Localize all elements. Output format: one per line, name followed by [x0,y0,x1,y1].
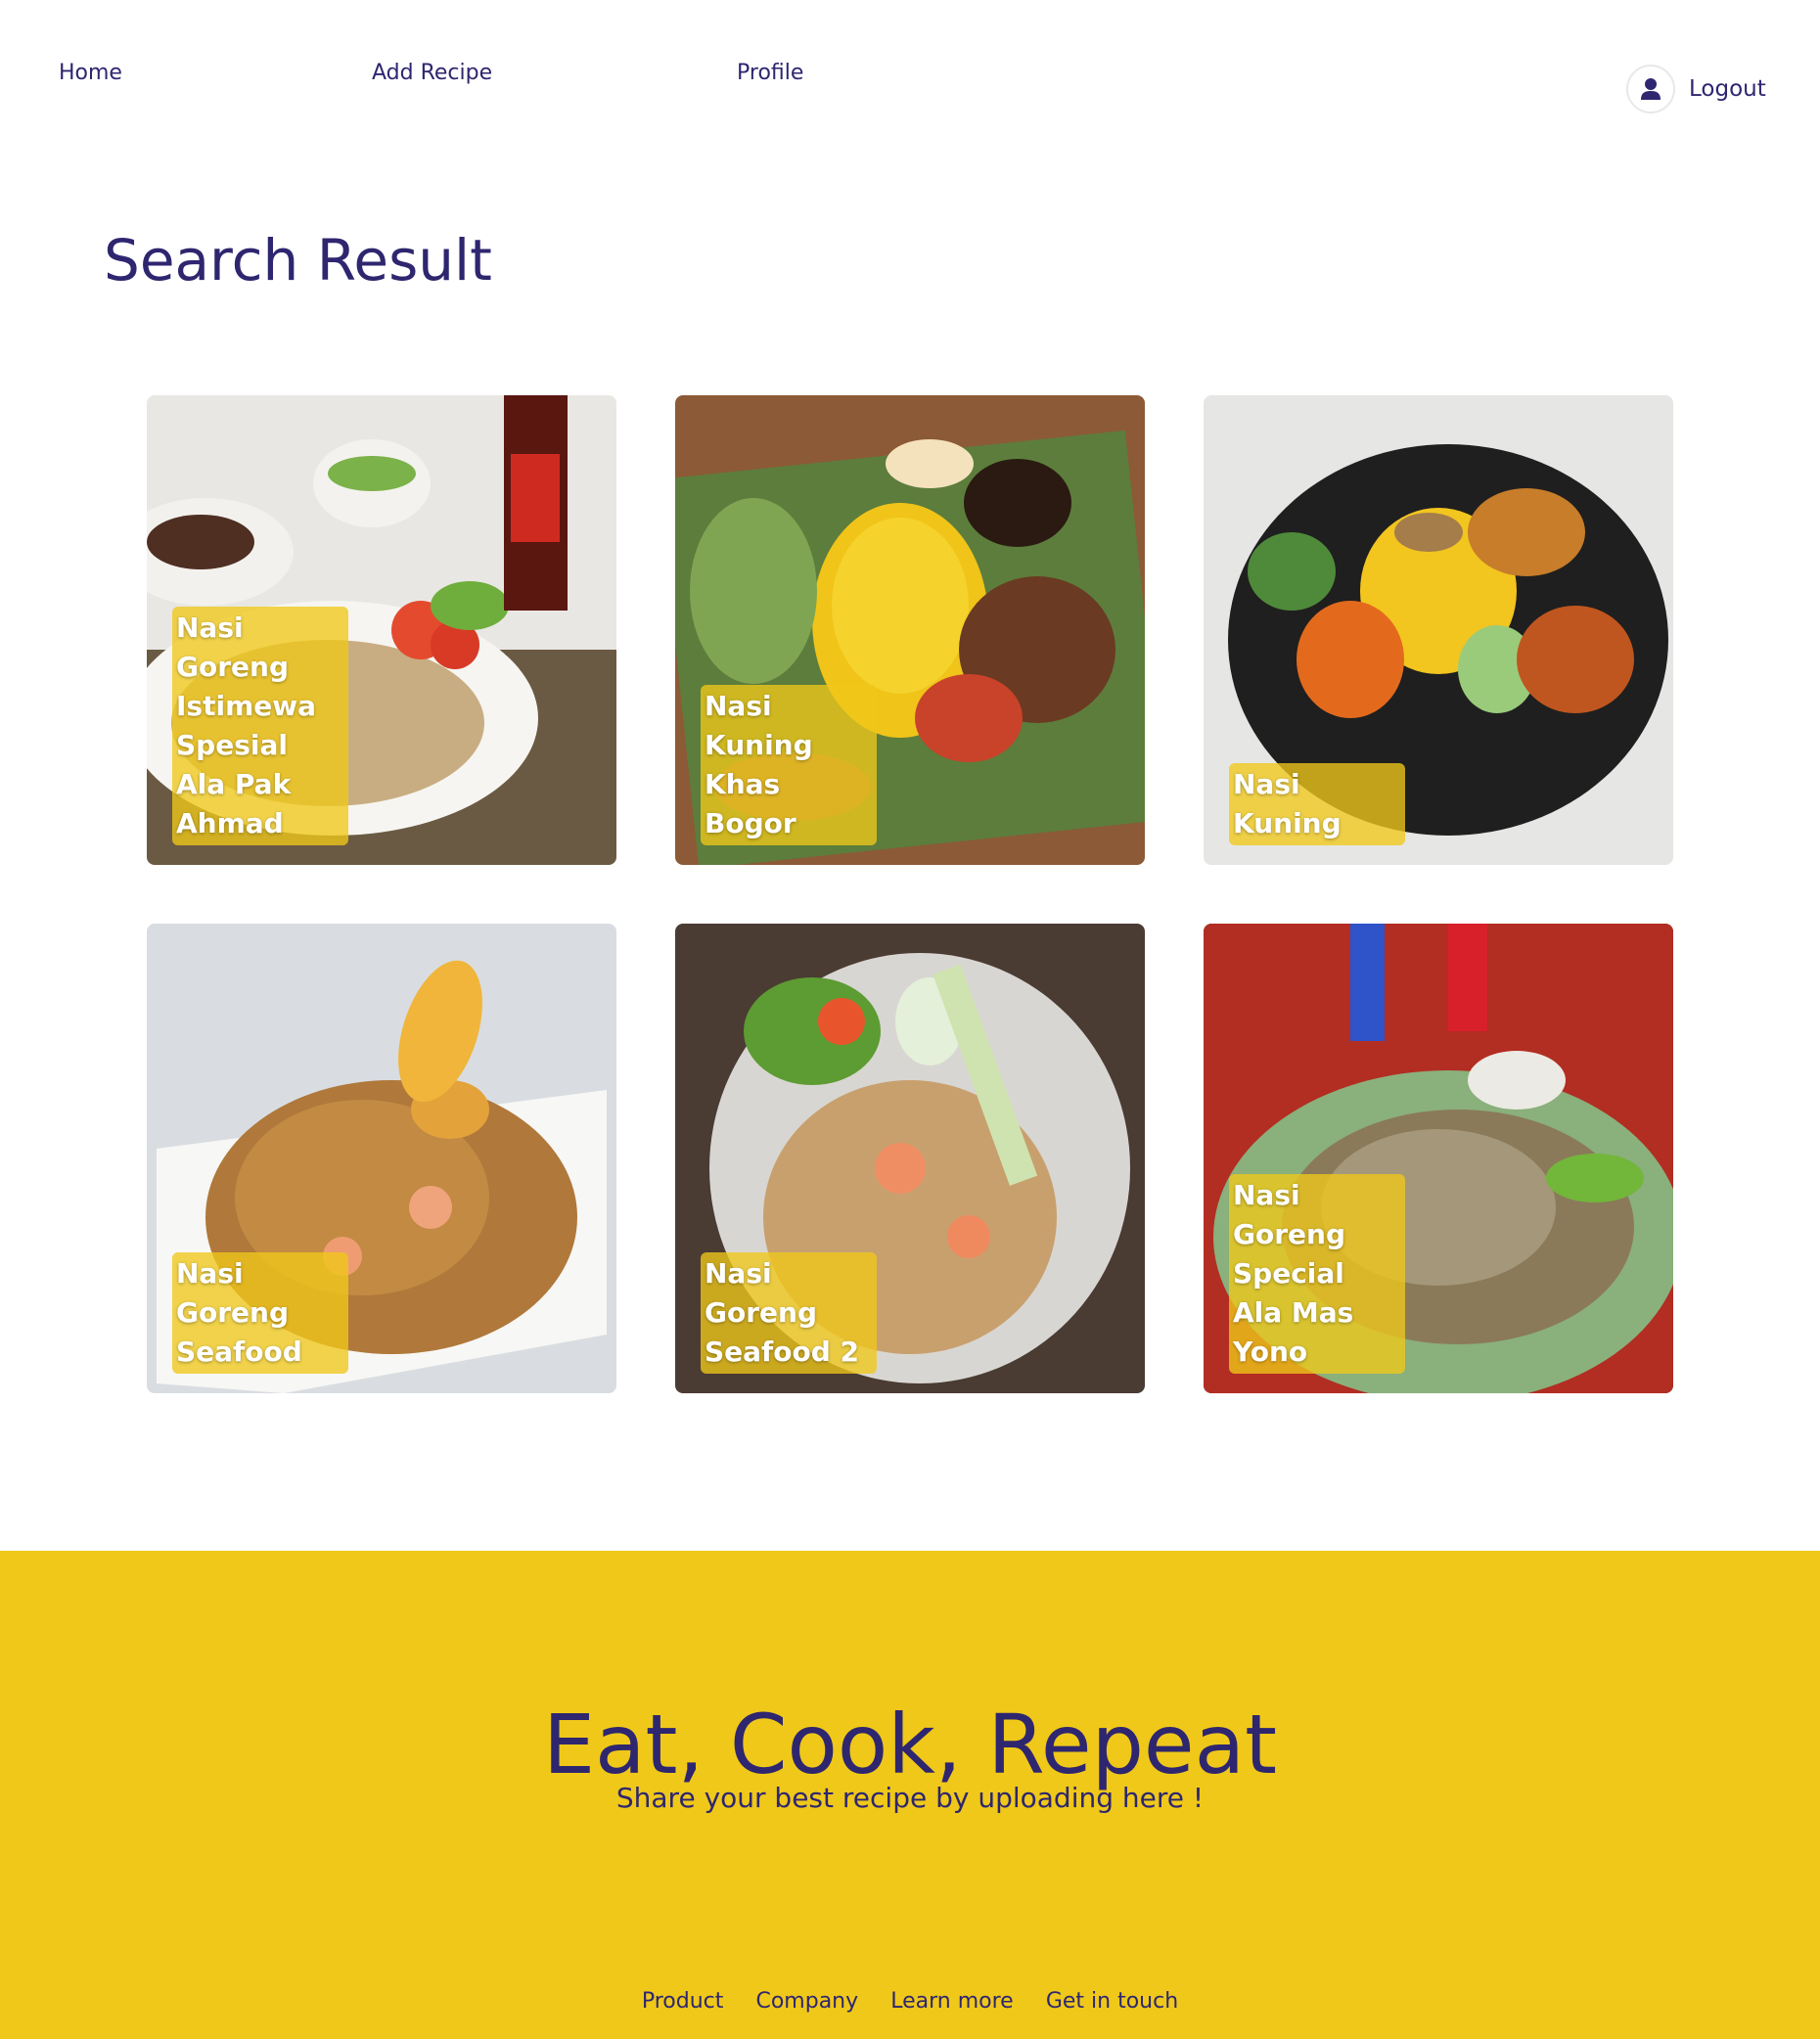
recipe-title: Nasi Goreng Seafood [172,1252,348,1374]
recipe-title: Nasi Goreng Istimewa Spesial Ala Pak Ahm… [172,607,348,845]
recipe-title: Nasi Goreng Seafood 2 [701,1252,877,1374]
footer-link-learn-more[interactable]: Learn more [890,1989,1013,2014]
footer-link-product[interactable]: Product [642,1989,724,2014]
user-icon[interactable] [1626,65,1675,113]
recipe-grid: Nasi Goreng Istimewa Spesial Ala Pak Ahm… [147,395,1673,1393]
footer: Eat, Cook, Repeat Share your best recipe… [0,1551,1820,2039]
logout-link[interactable]: Logout [1689,76,1766,102]
recipe-card[interactable]: Nasi Goreng Seafood [147,924,616,1393]
recipe-title: Nasi Goreng Special Ala Mas Yono [1229,1174,1405,1374]
footer-title: Eat, Cook, Repeat [542,1697,1278,1792]
recipe-card[interactable]: Nasi Goreng Istimewa Spesial Ala Pak Ahm… [147,395,616,865]
footer-headline: Eat, Cook, Repeat Share your best recipe… [0,1553,1820,1814]
user-menu[interactable]: Logout [1626,65,1766,113]
nav-home-link[interactable]: Home [59,61,122,85]
recipe-card[interactable]: Nasi Kuning Khas Bogor [675,395,1145,865]
page-title: Search Result [104,227,492,294]
recipe-title: Nasi Kuning Khas Bogor [701,685,877,845]
nav-add-recipe-link[interactable]: Add Recipe [372,61,492,85]
footer-link-company[interactable]: Company [755,1989,858,2014]
footer-links: Product Company Learn more Get in touch [0,1989,1820,2014]
footer-subtitle: Share your best recipe by uploading here… [615,1782,1205,1814]
recipe-title: Nasi Kuning [1229,763,1405,845]
nav-profile-link[interactable]: Profile [737,61,803,85]
top-nav: Home Add Recipe Profile Logout [0,0,1820,176]
recipe-card[interactable]: Nasi Goreng Seafood 2 [675,924,1145,1393]
recipe-card[interactable]: Nasi Goreng Special Ala Mas Yono [1204,924,1673,1393]
footer-link-get-in-touch[interactable]: Get in touch [1046,1989,1178,2014]
recipe-card[interactable]: Nasi Kuning [1204,395,1673,865]
